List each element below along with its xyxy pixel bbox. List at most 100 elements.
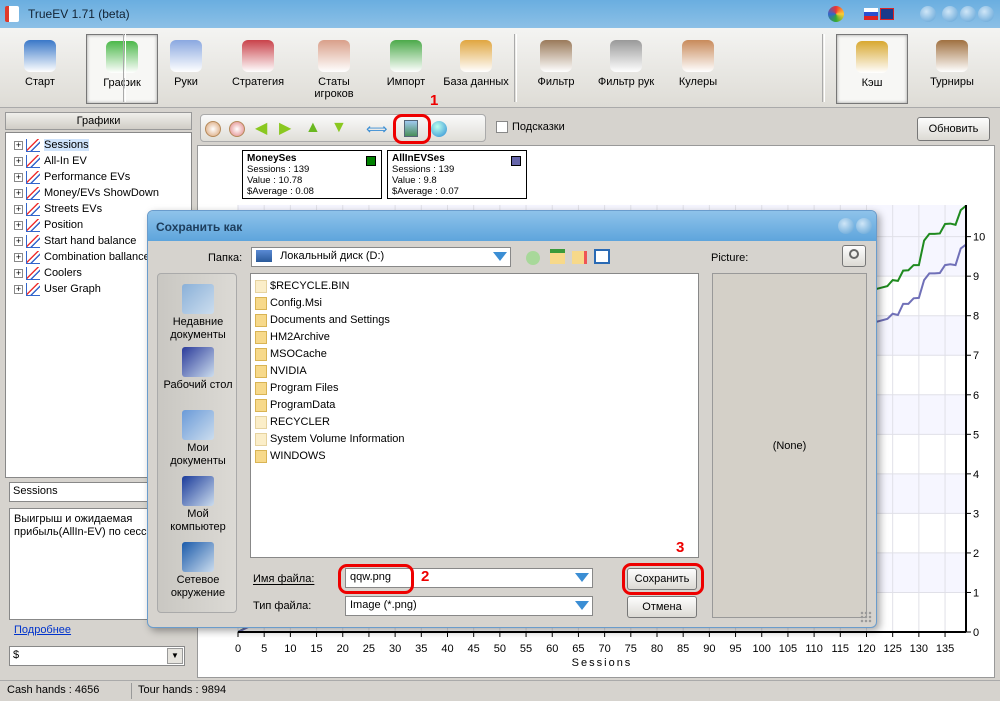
y-tick-label: 8 [973,311,979,323]
file-name: MSOCache [270,348,327,360]
place-label: Сетевое окружение [170,574,226,599]
x-tick-label: 75 [625,643,637,655]
places-bar: Недавние документы Рабочий стол Мои докуме… [157,273,237,613]
legend-allinevses: AllInEVSes Sessions : 139 Value : 9.8 $Aver… [387,150,527,199]
annotation-ring-2 [338,564,414,594]
y-tick-label: 0 [973,627,979,639]
y-tick-label: 1 [973,587,979,599]
place-недавние-документы[interactable]: Недавние документы [158,284,238,342]
legend-swatch [511,156,521,166]
dialog-close-button[interactable] [856,218,872,234]
legend-average: $Average : 0.08 [247,186,314,197]
place-мои-документы[interactable]: Мои документы [158,410,238,468]
folder-icon [255,347,267,361]
y-tick-label: 6 [973,390,979,402]
x-tick-label: 80 [651,643,663,655]
folder-icon [255,296,267,310]
place-label: Рабочий стол [163,379,233,391]
x-tick-label: 90 [703,643,715,655]
folder-select[interactable]: Локальный диск (D:) [251,247,511,267]
folder-icon [255,449,267,463]
tour-hands-count: Tour hands : 9894 [138,684,227,696]
file-item[interactable]: RECYCLER [255,414,330,431]
file-name: WINDOWS [270,450,326,462]
folder-icon [255,398,267,412]
place-icon [182,284,214,314]
folder-icon [255,364,267,378]
picture-preview: (None) [712,273,867,618]
new-folder-icon[interactable] [572,251,587,264]
file-item[interactable]: HM2Archive [255,329,330,346]
file-item[interactable]: ProgramData [255,397,335,414]
status-bar: Cash hands : 4656 Tour hands : 9894 [0,680,1000,701]
file-item[interactable]: NVIDIA [255,363,307,380]
x-tick-label: 70 [598,643,610,655]
x-tick-label: 95 [729,643,741,655]
file-name: ProgramData [270,399,336,411]
back-icon[interactable] [526,251,540,265]
chevron-down-icon[interactable] [575,573,589,582]
x-tick-label: 5 [261,643,267,655]
folder-icon [255,313,267,327]
annotation-number-2: 2 [421,568,430,585]
y-tick-label: 9 [973,271,979,283]
place-мой-компьютер[interactable]: Мой компьютер [158,476,238,534]
file-item[interactable]: WINDOWS [255,448,326,465]
file-name: System Volume Information [270,433,405,445]
x-tick-label: 10 [284,643,296,655]
file-item[interactable]: Program Files [255,380,338,397]
filetype-select[interactable]: Image (*.png) [345,596,593,616]
filetype-value: Image (*.png) [350,599,417,611]
place-сетевое-окружение[interactable]: Сетевое окружение [158,542,238,600]
file-name: NVIDIA [270,365,307,377]
file-item[interactable]: Config.Msi [255,295,322,312]
y-tick-label: 7 [973,350,979,362]
chevron-down-icon[interactable] [575,601,589,610]
y-tick-label: 2 [973,548,979,560]
place-icon [182,410,214,440]
x-tick-label: 65 [572,643,584,655]
file-list: $RECYCLE.BIN Config.Msi Documents and Sett… [250,273,699,558]
folder-icon [255,432,267,446]
place-label: Мой компьютер [170,508,226,533]
place-icon [182,476,214,506]
y-tick-label: 4 [973,469,979,481]
folder-icon [255,381,267,395]
file-item[interactable]: MSOCache [255,346,327,363]
x-tick-label: 55 [520,643,532,655]
chevron-down-icon[interactable] [493,252,507,261]
legend-sessions: Sessions : 139 [247,164,310,175]
x-tick-label: 100 [753,643,771,655]
file-name: HM2Archive [270,331,330,343]
view-menu-icon[interactable] [594,249,610,264]
x-tick-label: 60 [546,643,558,655]
resize-grip-icon[interactable] [860,611,872,623]
x-tick-label: 15 [310,643,322,655]
cancel-button[interactable]: Отмена [627,596,697,618]
file-name: $RECYCLE.BIN [270,280,350,292]
y-tick-label: 3 [973,508,979,520]
x-tick-label: 45 [468,643,480,655]
x-tick-label: 20 [337,643,349,655]
file-item[interactable]: Documents and Settings [255,312,390,329]
file-name: Documents and Settings [270,314,390,326]
picture-label: Picture: [711,252,749,264]
preview-zoom-button[interactable] [842,245,866,267]
place-label: Недавние документы [170,316,226,341]
place-рабочий-стол[interactable]: Рабочий стол [158,347,238,392]
file-item[interactable]: $RECYCLE.BIN [255,278,349,295]
x-tick-label: 135 [936,643,954,655]
x-tick-label: 115 [832,643,850,655]
annotation-ring-3 [622,563,704,595]
x-tick-label: 25 [363,643,375,655]
folder-icon [255,279,267,293]
dialog-help-button[interactable] [838,218,854,234]
file-name: Program Files [270,382,339,394]
file-item[interactable]: System Volume Information [255,431,405,448]
drive-icon [256,250,272,263]
file-name: Config.Msi [270,297,322,309]
place-label: Мои документы [170,442,226,467]
up-folder-icon[interactable] [550,249,565,264]
legend-swatch [366,156,376,166]
cash-hands-count: Cash hands : 4656 [7,684,100,696]
